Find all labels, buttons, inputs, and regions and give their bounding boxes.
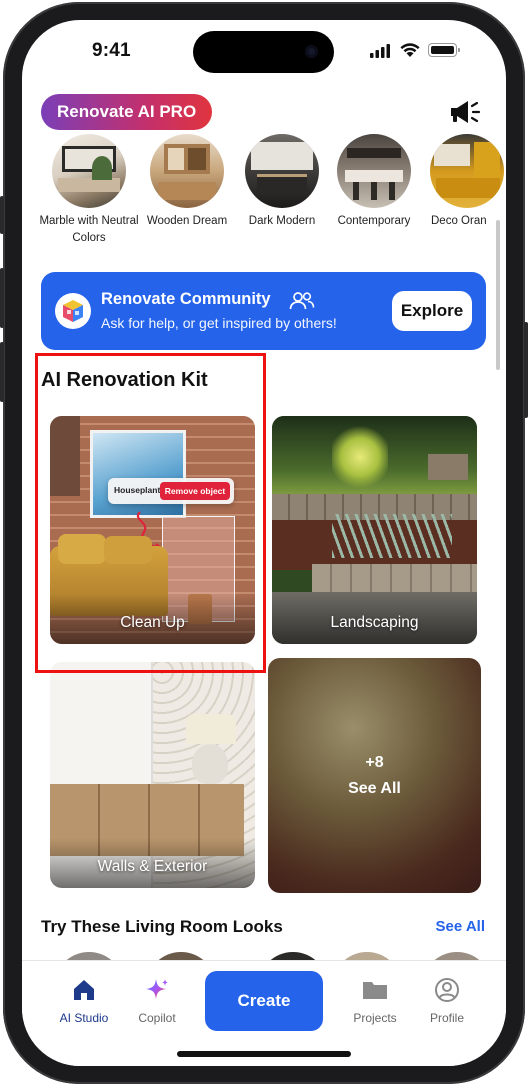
pro-badge-button[interactable]: Renovate AI PRO (41, 94, 213, 130)
section-title-living-room: Try These Living Room Looks (41, 917, 283, 936)
dynamic-island (193, 31, 334, 73)
home-indicator[interactable] (177, 1051, 351, 1057)
status-time: 9:41 (92, 40, 131, 61)
style-item-marble[interactable]: Marble with Neutral Colors (39, 134, 139, 247)
tab-profile[interactable]: Profile (412, 975, 482, 1025)
style-item-contemporary[interactable]: Contemporary (324, 134, 424, 230)
cellular-signal-icon (370, 44, 390, 58)
power-button (524, 322, 528, 418)
wifi-icon (400, 43, 420, 57)
tab-label: Profile (429, 1011, 464, 1025)
grasses (332, 514, 452, 558)
style-thumbnail (337, 134, 411, 208)
tab-copilot[interactable]: Copilot (122, 975, 192, 1025)
tab-label: Projects (353, 1011, 397, 1025)
more-count: +8 (365, 754, 384, 771)
profile-icon (435, 978, 459, 1002)
tile-landscaping[interactable]: Landscaping (272, 416, 477, 644)
style-label: Dark Modern (248, 215, 316, 227)
style-label: Deco Oran (431, 215, 487, 227)
battery-icon (428, 43, 460, 57)
volume-down-button (0, 342, 4, 402)
tab-projects[interactable]: Projects (340, 975, 410, 1025)
style-label: Marble with Neutral Colors (39, 215, 139, 244)
see-all-label: See All (348, 780, 401, 797)
house (428, 454, 468, 480)
status-bar: 9:41 (22, 20, 506, 78)
lamp-base (192, 744, 228, 784)
style-item-dark-modern[interactable]: Dark Modern (232, 134, 332, 230)
home-icon (74, 980, 94, 1000)
scrollbar[interactable] (496, 220, 500, 370)
community-subtitle: Ask for help, or get inspired by others! (101, 315, 337, 331)
tile-see-all[interactable]: +8 See All (268, 658, 481, 893)
bottom-tab-bar: AI Studio Copilot Create Projects Profil… (22, 960, 506, 1066)
tab-label: AI Studio (59, 1011, 109, 1025)
style-item-deco-orange[interactable]: Deco Oran (417, 134, 506, 230)
tile-walls-exterior[interactable]: Walls & Exterior (50, 662, 255, 888)
lamp-shade (186, 714, 236, 744)
style-label: Wooden Dream (146, 215, 228, 227)
community-banner[interactable]: Renovate Community Ask for help, or get … (41, 272, 486, 350)
tree-glow (332, 426, 388, 488)
style-item-wooden-dream[interactable]: Wooden Dream (137, 134, 237, 230)
tile-label: Walls & Exterior (97, 858, 208, 875)
tab-ai-studio[interactable]: AI Studio (49, 975, 119, 1025)
style-thumbnail (150, 134, 224, 208)
volume-up-button (0, 268, 4, 328)
megaphone-icon[interactable] (447, 98, 481, 126)
tile-label: Landscaping (330, 614, 419, 631)
create-button[interactable]: Create (205, 971, 323, 1031)
tab-label: Copilot (138, 1011, 176, 1025)
style-thumbnail (430, 134, 504, 208)
camera-icon (305, 45, 318, 58)
retaining-wall (312, 564, 477, 592)
style-thumbnail (245, 134, 319, 208)
sparkle-icon (146, 979, 168, 999)
mute-switch (0, 196, 4, 234)
folder-icon (363, 982, 387, 999)
community-title: Renovate Community (101, 290, 271, 308)
highlight-box (35, 353, 266, 673)
see-all-link[interactable]: See All (436, 918, 485, 935)
style-thumbnail (52, 134, 126, 208)
people-icon (289, 292, 315, 310)
app-screen: 9:41 Renovate AI PRO Marble with Neutral… (22, 20, 506, 1066)
style-carousel: Marble with Neutral Colors Wooden Dream … (22, 134, 506, 254)
explore-button[interactable]: Explore (392, 291, 472, 331)
cube-logo-icon (55, 293, 91, 329)
style-label: Contemporary (337, 215, 411, 227)
